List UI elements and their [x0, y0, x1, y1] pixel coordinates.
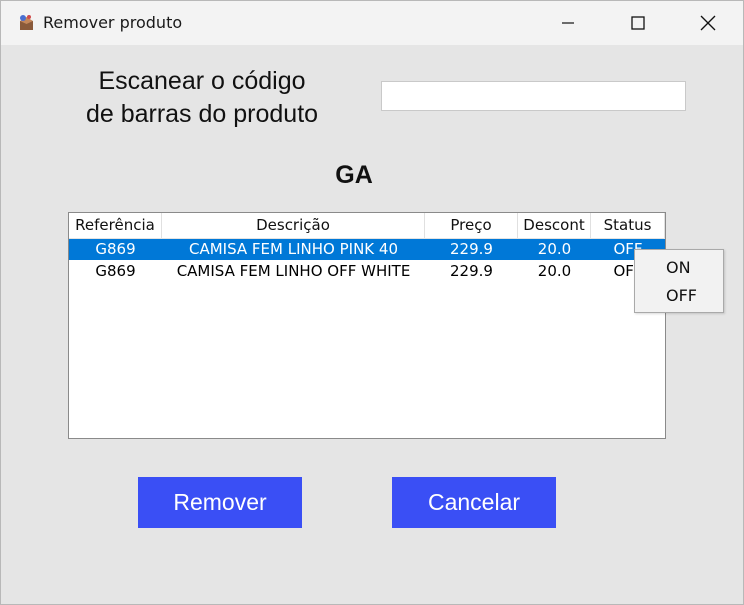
scan-label-line1: Escanear o código	[98, 67, 306, 95]
column-header-price[interactable]: Preço	[425, 213, 518, 238]
status-dropdown-menu: ON OFF	[634, 249, 724, 313]
close-icon	[700, 15, 716, 31]
cell-description: CAMISA FEM LINHO OFF WHITE	[176, 262, 411, 280]
barcode-input[interactable]	[381, 81, 686, 111]
cell-discount: 20.0	[537, 240, 572, 258]
store-label: GA	[335, 161, 373, 189]
status-option-on[interactable]: ON	[635, 254, 723, 282]
close-button[interactable]	[673, 1, 743, 45]
products-table[interactable]: Referência Descrição Preço Descont Statu…	[68, 212, 666, 439]
remove-button[interactable]: Remover	[138, 477, 302, 528]
maximize-button[interactable]	[603, 1, 673, 45]
column-header-discount[interactable]: Descont	[518, 213, 591, 238]
column-header-reference[interactable]: Referência	[69, 213, 162, 238]
status-option-off[interactable]: OFF	[635, 282, 723, 310]
title-bar[interactable]: Remover produto	[1, 1, 743, 45]
minimize-button[interactable]	[533, 1, 603, 45]
remove-product-window: Remover produto Escanear o código de bar…	[0, 0, 744, 605]
cell-reference: G869	[95, 240, 136, 258]
cell-price: 229.9	[450, 240, 493, 258]
cell-description: CAMISA FEM LINHO PINK 40	[189, 240, 398, 258]
column-header-description[interactable]: Descrição	[162, 213, 425, 238]
minimize-icon	[562, 22, 574, 24]
cell-reference: G869	[95, 262, 136, 280]
maximize-icon	[631, 16, 645, 30]
scan-barcode-label: Escanear o código de barras do produto	[71, 65, 333, 131]
table-row[interactable]: G869 CAMISA FEM LINHO PINK 40 229.9 20.0…	[69, 239, 665, 260]
window-title: Remover produto	[43, 13, 183, 32]
cell-price: 229.9	[450, 262, 493, 280]
box-icon	[20, 15, 33, 30]
cell-discount: 20.0	[537, 262, 572, 280]
scan-label-line2: de barras do produto	[85, 100, 319, 128]
cancel-button[interactable]: Cancelar	[392, 477, 556, 528]
column-header-status[interactable]: Status	[591, 213, 665, 238]
table-row[interactable]: G869 CAMISA FEM LINHO OFF WHITE 229.9 20…	[69, 261, 665, 282]
table-header: Referência Descrição Preço Descont Statu…	[69, 213, 665, 239]
